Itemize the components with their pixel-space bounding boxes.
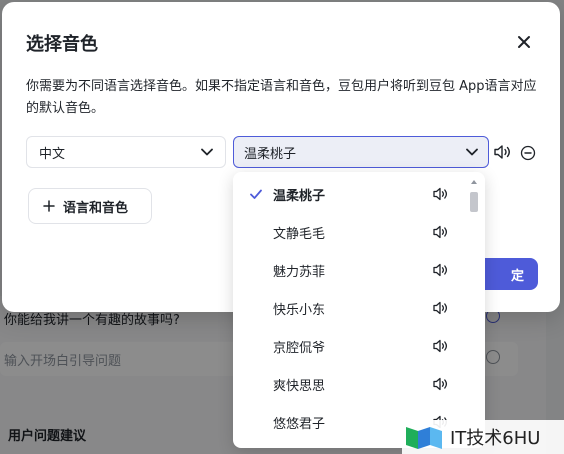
speaker-icon[interactable] — [433, 301, 449, 315]
voice-option[interactable]: 爽快思思 — [233, 365, 469, 403]
voice-option[interactable]: 温柔桃子 — [233, 175, 469, 213]
scroll-up-arrow-icon[interactable] — [471, 180, 477, 184]
voice-dropdown: 温柔桃子 文静毛毛 魅力苏菲 快乐小东 京腔侃爷 爽快思思 悠悠君子 — [233, 172, 485, 448]
plus-icon — [43, 200, 55, 212]
voice-option[interactable]: 魅力苏菲 — [233, 251, 469, 289]
close-icon — [518, 36, 530, 48]
watermark-text: IT技术6HU — [450, 428, 541, 449]
voice-option[interactable]: 京腔侃爷 — [233, 327, 469, 365]
add-language-voice-button[interactable]: 语言和音色 — [28, 188, 152, 224]
confirm-button-label: 定 — [510, 268, 524, 284]
modal-title: 选择音色 — [26, 34, 98, 55]
voice-option[interactable]: 文静毛毛 — [233, 213, 469, 251]
chevron-down-icon — [201, 148, 213, 156]
voice-option-label: 爽快思思 — [273, 378, 326, 394]
close-button[interactable] — [512, 30, 536, 54]
language-select-value: 中文 — [39, 146, 66, 162]
check-icon — [250, 189, 262, 199]
voice-option-label: 温柔桃子 — [273, 188, 326, 204]
speaker-icon[interactable] — [433, 377, 449, 391]
voice-select[interactable]: 温柔桃子 — [233, 136, 489, 168]
speaker-icon[interactable] — [433, 339, 449, 353]
voice-option-label: 文静毛毛 — [273, 226, 326, 242]
modal-description: 你需要为不同语言选择音色。如果不指定语言和音色，豆包用户将听到豆包 App语言对… — [26, 79, 537, 116]
watermark-logo — [406, 427, 442, 449]
voice-select-value: 温柔桃子 — [244, 146, 297, 162]
add-button-label: 语言和音色 — [63, 200, 129, 216]
dropdown-scrollbar[interactable] — [469, 176, 479, 446]
scrollbar-thumb[interactable] — [470, 192, 478, 212]
voice-option[interactable]: 快乐小东 — [233, 289, 469, 327]
speaker-icon[interactable] — [494, 144, 512, 160]
language-select[interactable]: 中文 — [26, 136, 226, 168]
minus-circle-icon[interactable] — [520, 145, 536, 161]
speaker-icon[interactable] — [433, 225, 449, 239]
voice-option-label: 快乐小东 — [273, 302, 326, 318]
speaker-icon[interactable] — [433, 187, 449, 201]
voice-option-label: 京腔侃爷 — [273, 340, 326, 356]
watermark: IT技术6HU — [402, 420, 564, 454]
chevron-down-icon — [466, 148, 478, 156]
voice-option-label: 魅力苏菲 — [273, 264, 326, 280]
speaker-icon[interactable] — [433, 263, 449, 277]
voice-option-label: 悠悠君子 — [273, 416, 326, 432]
